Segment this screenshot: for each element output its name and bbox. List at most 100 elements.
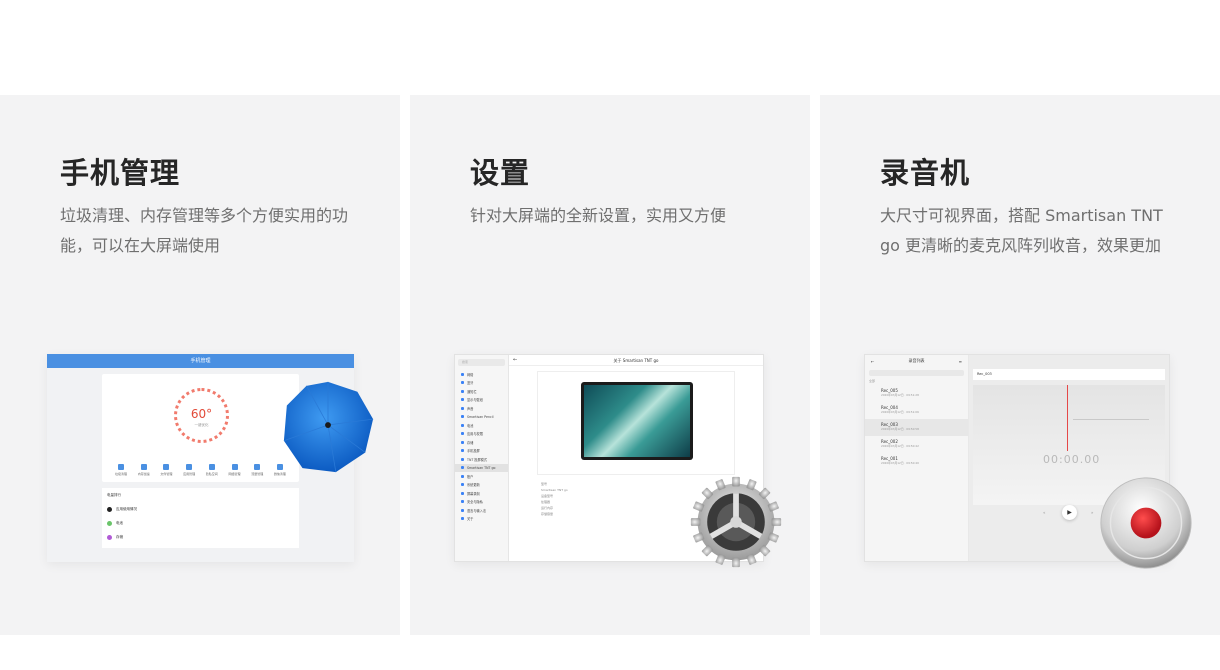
setting-icon [461,500,464,504]
list-item[interactable]: Rec_005 2020年03月12日 · 09:51:28 [865,385,968,402]
sidebar-item[interactable]: 通知栏 [455,387,508,396]
settings-sidebar: 搜索 网络 蓝牙 通知栏 显示与壁纸 声音 Smartisan Pencil 电… [455,355,509,561]
list-title: 录音列表 [908,358,925,363]
list-item[interactable]: Rec_004 2020年03月12日 · 09:51:06 [865,402,968,419]
tool-icon [118,464,124,470]
setting-icon [461,432,464,436]
battery-icon [107,520,112,526]
search-input[interactable] [869,370,964,376]
tool-item[interactable]: 文件管理 [157,464,175,476]
sidebar-item[interactable]: 语言与输入法 [455,506,508,515]
back-icon[interactable]: ← [513,355,517,366]
setting-icon [461,517,464,521]
tool-item[interactable]: 垃圾清理 [112,464,130,476]
list-item[interactable]: 存储 [102,530,299,544]
recording-name-field[interactable]: Rec_003 [973,369,1165,380]
setting-icon [461,423,464,427]
playhead[interactable] [1067,385,1068,451]
tool-item[interactable]: 隐私空间 [203,464,221,476]
window-title: 手机管理 [47,354,354,368]
search-input[interactable]: 搜索 [458,359,505,366]
sidebar-item[interactable]: 蓝牙 [455,379,508,388]
tool-item[interactable]: 网络管理 [226,464,244,476]
list-topbar: ← 录音列表 ≡ [865,355,968,367]
sidebar-item[interactable]: 手机投屏 [455,447,508,456]
setting-icon [461,449,464,453]
tool-icon [254,464,261,470]
sidebar-item[interactable]: 存储 [455,438,508,447]
settings-header: ← 关于 Smartisan TNT go [509,355,763,366]
umbrella-icon [283,381,374,473]
tool-item[interactable]: 流量管理 [248,464,266,476]
gauge-label: 一键优化 [194,423,209,427]
list-header: 电量排行 [107,492,121,497]
list-item[interactable]: Rec_001 2020年03月12日 · 09:50:40 [865,453,968,470]
setting-icon [461,457,464,461]
card-title: 录音机 [880,156,971,190]
setting-icon [461,466,464,470]
tool-icon [186,464,193,470]
setting-icon [461,381,464,385]
play-button[interactable]: ▶ [1062,505,1077,520]
app-icon [107,506,112,512]
sidebar-item-selected[interactable]: Smartisan TNT go [455,463,508,472]
waveform-line [1073,419,1149,420]
sidebar-item[interactable]: Smartisan Pencil [455,413,508,422]
forward-icon[interactable]: » [1091,510,1093,515]
setting-icon [461,508,464,512]
card-title: 手机管理 [60,156,181,190]
list-item[interactable]: 电池 [102,516,299,530]
setting-icon [461,372,464,376]
setting-icon [461,389,464,393]
tablet-image [581,382,693,460]
sidebar-item[interactable]: 关于 [455,515,508,524]
back-icon[interactable]: ← [871,359,874,364]
timer: 00:00.00 [1043,453,1101,466]
feature-card-phone-manager: 手机管理 垃圾清理、内存管理等多个方便实用的功能，可以在大屏端使用 手机管理 6… [0,95,400,635]
tool-icon [163,464,170,470]
tool-item[interactable]: 内存加速 [135,464,153,476]
setting-icon [461,491,464,495]
battery-list: 电量排行 应用使用情况 电池 存储 [102,488,299,548]
recording-list-panel: ← 录音列表 ≡ 全部 Rec_005 2020年03月12日 · 09:51:2… [865,355,969,561]
list-item[interactable]: 应用使用情况 [102,502,299,516]
tool-grid: 垃圾清理 内存加速 文件管理 应用管理 隐私空间 网络管理 流量管理 微信清理 [112,464,289,476]
menu-icon[interactable]: ≡ [959,359,962,364]
storage-icon [107,534,112,540]
tool-icon [231,464,238,470]
settings-gear-icon [690,476,782,568]
feature-showcase: 手机管理 垃圾清理、内存管理等多个方便实用的功能，可以在大屏端使用 手机管理 6… [0,0,1220,670]
card-description: 垃圾清理、内存管理等多个方便实用的功能，可以在大屏端使用 [60,206,349,255]
setting-icon [461,415,464,419]
sidebar-item[interactable]: 电池 [455,421,508,430]
sidebar-item[interactable]: 账户 [455,472,508,481]
list-item-selected[interactable]: Rec_003 2020年03月12日 · 09:50:58 [865,419,968,436]
sidebar-item[interactable]: 系统更新 [455,481,508,490]
sidebar-item[interactable]: 声音 [455,404,508,413]
sidebar-item[interactable]: 安全与隐私 [455,498,508,507]
card-title: 设置 [470,156,531,190]
record-button-icon [1100,477,1192,569]
tool-item[interactable]: 应用管理 [180,464,198,476]
tool-icon [140,464,147,470]
gauge-value: 60° [190,407,213,421]
device-hero [537,371,735,475]
sidebar-item[interactable]: 网络 [455,370,508,379]
optimize-panel: 60° 一键优化 垃圾清理 内存加速 文件管理 应用管理 隐私空间 网络管理 流… [102,374,299,482]
tool-icon [208,464,215,470]
card-description: 针对大屏端的全新设置，实用又方便 [470,206,727,225]
sidebar-item[interactable]: 屏幕录制 [455,489,508,498]
card-description: 大尺寸可视界面，搭配 Smartisan TNT go 更清晰的麦克风阵列收音，… [880,206,1163,255]
device-info: 型号 Smartisan TNT go 设备型号 处理器 运行内存 存储容量 [541,482,568,516]
settings-title: 关于 Smartisan TNT go [613,358,659,363]
setting-icon [461,406,464,410]
rewind-icon[interactable]: « [1043,510,1045,515]
sidebar-item[interactable]: 应用与权限 [455,430,508,439]
score-gauge[interactable]: 60° 一键优化 [174,388,229,443]
list-item[interactable]: Rec_002 2020年03月12日 · 09:50:42 [865,436,968,453]
setting-icon [461,474,464,478]
sidebar-item[interactable]: 显示与壁纸 [455,396,508,405]
setting-icon [461,440,464,444]
setting-icon [461,398,464,402]
sidebar-item[interactable]: TNT 投屏模式 [455,455,508,464]
